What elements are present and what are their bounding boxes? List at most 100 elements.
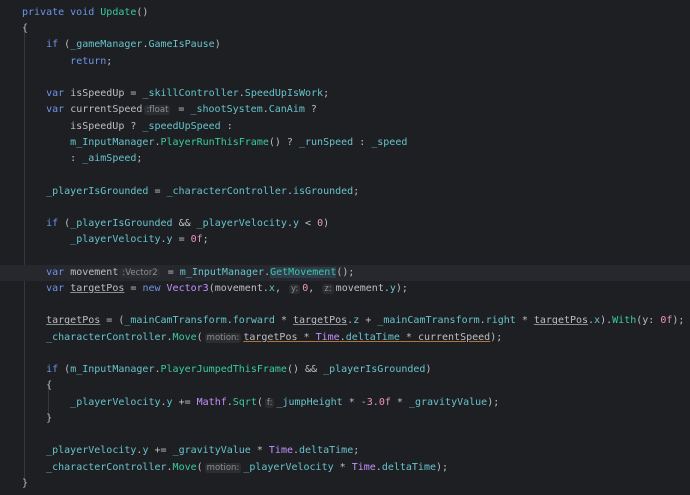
inlay-hint: f: — [264, 397, 275, 408]
code-line[interactable] — [0, 70, 690, 86]
code-token: ); — [395, 282, 408, 294]
code-token: ; — [353, 445, 360, 457]
code-line[interactable] — [0, 167, 690, 183]
code-token: new — [142, 282, 167, 294]
inlay-hint: motion: — [204, 332, 242, 343]
code-token: ); — [672, 315, 685, 327]
code-line[interactable]: { — [0, 378, 690, 394]
code-line[interactable]: { — [0, 21, 690, 37]
code-token: { — [22, 380, 53, 392]
code-token: ). — [600, 315, 613, 327]
code-token: , — [274, 282, 287, 294]
code-token: < — [299, 218, 318, 230]
code-token: _shootSystem — [190, 104, 263, 116]
code-line[interactable] — [0, 427, 690, 443]
code-token: forward — [232, 315, 275, 327]
inlay-hint: :Vector2 — [120, 267, 160, 278]
code-token: deltaTime — [299, 445, 354, 457]
code-token: -3.0f — [360, 396, 391, 408]
code-token: = — [172, 104, 191, 116]
code-token: _aimSpeed — [82, 153, 137, 165]
code-line[interactable]: _playerIsGrounded = _characterController… — [0, 184, 690, 200]
code-token: _playerIsGrounded — [46, 185, 149, 197]
code-token: () && — [286, 364, 324, 376]
code-token: GetMovement — [270, 266, 337, 278]
code-token: targetPos — [70, 282, 125, 294]
code-token: _characterController — [46, 461, 167, 473]
code-token: ( — [256, 396, 263, 408]
code-token: ) — [214, 39, 221, 51]
code-line[interactable]: if (_gameManager.GameIsPause) — [0, 37, 690, 53]
code-line[interactable]: isSpeedUp ? _speedUpSpeed : — [0, 119, 690, 135]
code-token: * — [274, 315, 293, 327]
code-token: var — [46, 88, 71, 100]
code-token: Time — [351, 461, 376, 473]
code-token: ); — [487, 396, 500, 408]
code-line[interactable]: return; — [0, 54, 690, 70]
code-line[interactable] — [0, 346, 690, 362]
code-token: targetPos — [243, 331, 298, 343]
code-token: targetPos — [46, 315, 101, 327]
code-line[interactable]: _playerVelocity.y = 0f; — [0, 232, 690, 248]
code-line[interactable]: var isSpeedUp = _skillController.SpeedUp… — [0, 86, 690, 102]
code-token: = — [172, 234, 191, 246]
inlay-hint: z: — [322, 283, 334, 294]
code-token: && — [172, 218, 197, 230]
code-token: if — [46, 39, 65, 51]
code-token: Sqrt — [232, 396, 257, 408]
code-line[interactable]: if (m_InputManager.PlayerJumpedThisFrame… — [0, 362, 690, 378]
code-token: CanAim — [268, 104, 305, 116]
code-token: _characterController — [46, 331, 167, 343]
code-token: _playerVelocity — [70, 234, 161, 246]
code-token: private void — [22, 7, 101, 18]
code-line[interactable]: targetPos = (_mainCamTransform.forward *… — [0, 313, 690, 329]
code-line[interactable]: if (_playerIsGrounded && _playerVelocity… — [0, 216, 690, 232]
code-token: targetPos — [292, 315, 348, 327]
code-token: = — [148, 185, 167, 197]
code-line[interactable]: _characterController.Move(motion: targetP… — [0, 330, 690, 346]
code-token: ); — [436, 461, 449, 473]
code-line[interactable]: var targetPos = new Vector3(movement.x, … — [0, 281, 690, 297]
code-token: = — [161, 266, 180, 278]
code-token: _characterController — [166, 185, 287, 197]
code-token: ); — [490, 331, 503, 343]
code-token: * — [250, 445, 269, 457]
code-token: () ? — [268, 136, 299, 148]
code-line[interactable]: _characterController.Move(motion: _player… — [0, 460, 690, 476]
code-line[interactable] — [0, 297, 690, 313]
code-line[interactable]: _playerVelocity.y += Mathf.Sqrt(f: _jumpH… — [0, 395, 690, 411]
inlay-hint: :float — [144, 105, 171, 116]
code-line[interactable]: _playerVelocity.y += _gravityValue * Tim… — [0, 443, 690, 459]
code-token: += — [148, 445, 173, 457]
code-token: _skillController — [142, 88, 239, 100]
code-token: if — [46, 364, 65, 376]
code-line[interactable]: var currentSpeed:float = _shootSystem.Ca… — [0, 102, 690, 118]
code-token: 0f — [190, 234, 203, 246]
code-token: PlayerJumpedThisFrame — [160, 364, 287, 376]
code-line[interactable]: : _aimSpeed; — [0, 151, 690, 167]
code-token: ( — [196, 331, 203, 343]
code-token: 0f — [660, 315, 673, 327]
code-line[interactable]: var movement:Vector2 = m_InputManager.Ge… — [0, 264, 690, 281]
code-token: _playerVelocity — [70, 396, 161, 408]
code-line[interactable] — [0, 200, 690, 216]
inlay-hint: motion: — [204, 462, 242, 473]
code-editor[interactable]: private void Update(){ if (_gameManager.… — [0, 5, 690, 492]
code-token: * — [515, 315, 534, 327]
code-line[interactable]: } — [0, 411, 690, 427]
code-token: Time — [268, 445, 293, 457]
code-line[interactable]: private void Update() — [0, 5, 690, 21]
code-token: _gameManager — [70, 39, 143, 51]
code-line[interactable]: } — [0, 476, 690, 492]
code-token: _playerVelocity — [196, 218, 287, 230]
code-line[interactable] — [0, 249, 690, 265]
code-line[interactable]: m_InputManager.PlayerRunThisFrame() ? _r… — [0, 135, 690, 151]
code-token: ; — [106, 55, 113, 67]
